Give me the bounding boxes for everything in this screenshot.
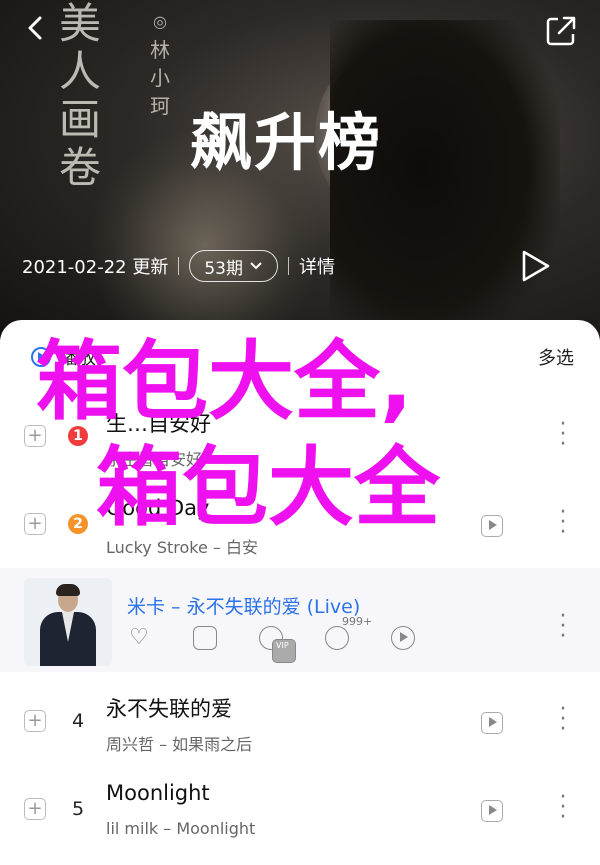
album-cover <box>24 578 112 666</box>
add-icon[interactable]: + <box>24 798 46 820</box>
cover-calligraphy: 美人画卷 <box>58 0 101 192</box>
like-icon[interactable]: ♡ <box>127 626 151 650</box>
rank-number: 5 <box>71 798 85 820</box>
play-icon[interactable] <box>518 248 552 284</box>
issue-selector[interactable]: 53期 <box>189 250 278 282</box>
play-song-icon[interactable] <box>391 626 415 650</box>
cover-figure-hair <box>56 584 80 596</box>
song-title: Moonlight <box>106 781 210 805</box>
more-icon[interactable]: · · · <box>556 787 570 829</box>
playlist-meta: 2021-02-22 更新 53期 详情 <box>22 248 335 284</box>
more-icon[interactable]: · · · <box>556 606 570 648</box>
song-subtitle: 周兴哲 – 如果雨之后 <box>106 735 253 754</box>
mv-icon[interactable] <box>481 515 503 537</box>
comment-icon[interactable]: 999+ <box>325 615 372 650</box>
cover-author-mark: ◎ <box>153 12 167 31</box>
watermark-text-line1: 箱包大全, <box>36 332 413 432</box>
rank-number: 4 <box>71 710 85 732</box>
cover-author-name: 林小珂 <box>150 38 170 118</box>
mv-icon[interactable] <box>481 712 503 734</box>
share-song-icon[interactable] <box>193 626 217 650</box>
song-subtitle: lil milk – Moonlight <box>106 819 256 838</box>
multi-select-button[interactable]: 多选 <box>538 344 574 370</box>
song-actions: ♡ VIP 999+ <box>127 615 415 663</box>
more-icon[interactable]: · · · <box>556 699 570 741</box>
issue-count: 53期 <box>204 258 243 279</box>
share-icon[interactable] <box>544 14 578 48</box>
detail-link[interactable]: 详情 <box>299 253 335 279</box>
song-row[interactable]: + 5 Moonlight lil milk – Moonlight · · · <box>0 763 600 857</box>
add-icon[interactable]: + <box>24 513 46 535</box>
song-title: 永不失联的爱 <box>106 697 232 721</box>
mv-icon[interactable] <box>481 800 503 822</box>
vip-badge: VIP <box>272 639 296 663</box>
playlist-title: 飙升榜 <box>190 106 383 179</box>
update-date: 2021-02-22 更新 <box>22 257 169 278</box>
playlist-hero: 美人画卷 ◎ 林小珂 飙升榜 2021-02-22 更新 53期 详情 <box>0 0 600 340</box>
watermark-text-line2: 箱包大全 <box>96 438 440 538</box>
back-icon[interactable] <box>20 12 52 44</box>
now-playing-row[interactable]: 米卡 – 永不失联的爱 (Live) ♡ VIP 999+ · · · <box>0 568 600 672</box>
add-icon[interactable]: + <box>24 710 46 732</box>
more-icon[interactable]: · · · <box>556 502 570 544</box>
cover-author: ◎ 林小珂 <box>145 8 175 120</box>
divider <box>178 257 180 275</box>
more-icon[interactable]: · · · <box>556 414 570 456</box>
chevron-down-icon <box>250 262 262 270</box>
song-row[interactable]: + 4 永不失联的爱 周兴哲 – 如果雨之后 · · · <box>0 675 600 769</box>
divider <box>287 257 289 275</box>
rank-badge: 2 <box>68 514 88 534</box>
download-icon[interactable]: VIP <box>259 626 296 663</box>
comment-count: 999+ <box>342 615 373 628</box>
song-title: 米卡 – 永不失联的爱 (Live) <box>127 596 361 618</box>
